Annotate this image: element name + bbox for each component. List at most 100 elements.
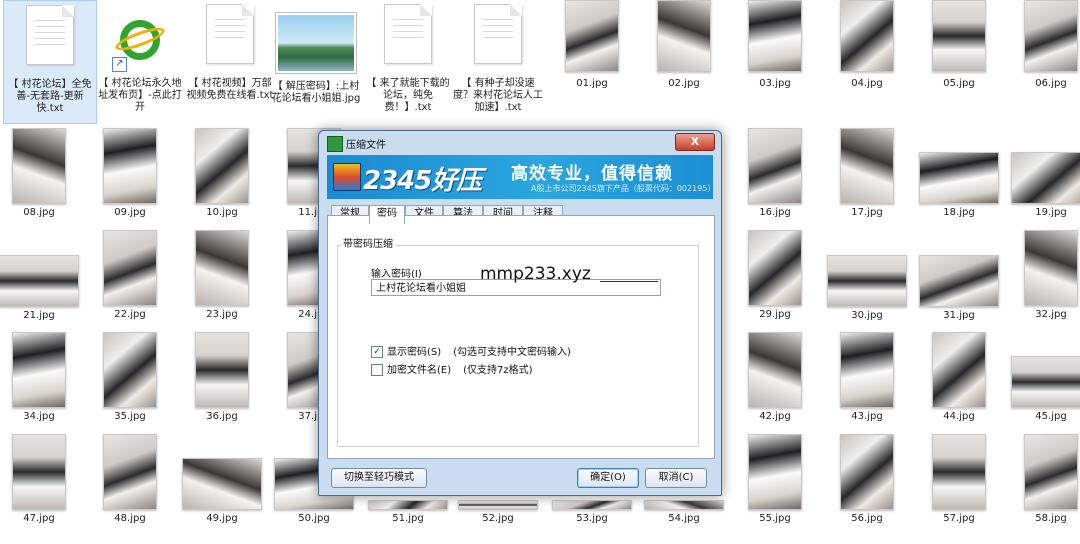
photo-label: 29.jpg	[759, 309, 791, 320]
photo-label: 35.jpg	[114, 411, 146, 422]
photo-item[interactable]: 10.jpg	[176, 128, 268, 219]
encrypt-names-label: 加密文件名(E)	[387, 365, 452, 376]
photo-item[interactable]: 03.jpg	[729, 0, 821, 90]
haozip-logo-icon	[333, 163, 361, 191]
photo-item[interactable]: 30.jpg	[821, 255, 913, 322]
photo-thumbnail	[840, 0, 894, 72]
photo-thumbnail	[195, 128, 249, 204]
photo-item[interactable]: 49.jpg	[176, 458, 268, 525]
file-item[interactable]: 【 来了就能下载的论坛，纯免费！】.txt	[362, 0, 454, 114]
photo-item[interactable]: 21.jpg	[0, 255, 85, 322]
photo-item[interactable]: 19.jpg	[1005, 152, 1080, 219]
photo-label: 44.jpg	[943, 411, 975, 422]
tab-password[interactable]: 密码	[369, 205, 405, 224]
photo-item[interactable]: 48.jpg	[84, 434, 176, 525]
photo-label: 22.jpg	[114, 309, 146, 320]
photo-item[interactable]: 04.jpg	[821, 0, 913, 90]
photo-item[interactable]: 42.jpg	[729, 332, 821, 423]
close-button[interactable]: X	[675, 133, 715, 151]
encrypt-names-row[interactable]: 加密文件名(E) (仅支持7z格式)	[371, 361, 533, 376]
photo-thumbnail	[103, 332, 157, 408]
encrypt-names-checkbox[interactable]	[371, 364, 383, 376]
photo-item[interactable]: 17.jpg	[821, 128, 913, 219]
photo-item[interactable]: 45.jpg	[1005, 356, 1080, 423]
photo-thumbnail	[565, 0, 619, 72]
photo-item[interactable]: 43.jpg	[821, 332, 913, 423]
photo-item[interactable]: 29.jpg	[729, 230, 821, 321]
photo-label: 32.jpg	[1035, 309, 1067, 320]
photo-item[interactable]: 55.jpg	[729, 434, 821, 525]
brand-subline: A股上市公司2345旗下产品（股票代码：002195）	[531, 184, 713, 193]
photo-thumbnail	[1024, 0, 1078, 72]
photo-label: 42.jpg	[759, 411, 791, 422]
photo-thumbnail	[840, 128, 894, 204]
image-icon	[275, 12, 357, 74]
photo-item[interactable]: 23.jpg	[176, 230, 268, 321]
photo-item[interactable]: 02.jpg	[638, 0, 730, 90]
photo-thumbnail	[1024, 434, 1078, 510]
photo-thumbnail	[103, 434, 157, 510]
photo-item[interactable]: 06.jpg	[1005, 0, 1080, 90]
photo-item[interactable]: 34.jpg	[0, 332, 85, 423]
ok-button[interactable]: 确定(O)	[577, 468, 639, 488]
photo-item[interactable]: 08.jpg	[0, 128, 85, 219]
photo-label: 43.jpg	[851, 411, 883, 422]
photo-item[interactable]: 01.jpg	[546, 0, 638, 90]
photo-item[interactable]: 54.jpg	[638, 500, 730, 525]
photo-label: 45.jpg	[1035, 411, 1067, 422]
photo-label: 56.jpg	[851, 513, 883, 524]
photo-thumbnail	[195, 230, 249, 306]
photo-label: 55.jpg	[759, 513, 791, 524]
photo-item[interactable]: 32.jpg	[1005, 230, 1080, 321]
photo-label: 23.jpg	[206, 309, 238, 320]
file-item[interactable]: 【 解压密码】:上村花论坛看小姐姐.jpg	[270, 0, 362, 105]
photo-item[interactable]: 09.jpg	[84, 128, 176, 219]
photo-thumbnail	[748, 332, 802, 408]
photo-item[interactable]: 31.jpg	[913, 255, 1005, 322]
show-password-row[interactable]: ✓ 显示密码(S) (勾选可支持中文密码输入)	[371, 343, 571, 358]
photo-thumbnail	[195, 332, 249, 408]
file-item[interactable]: ↗ 【 村花论坛永久地址发布页】-点此打开	[94, 0, 186, 114]
archive-icon	[327, 136, 343, 152]
photo-thumbnail	[1011, 152, 1080, 204]
photo-thumbnail	[368, 500, 448, 510]
watermark-underline	[600, 281, 658, 282]
photo-item[interactable]: 36.jpg	[176, 332, 268, 423]
photo-item[interactable]: 18.jpg	[913, 152, 1005, 219]
show-password-checkbox[interactable]: ✓	[371, 346, 383, 358]
photo-item[interactable]: 56.jpg	[821, 434, 913, 525]
photo-item[interactable]: 16.jpg	[729, 128, 821, 219]
photo-item[interactable]: 35.jpg	[84, 332, 176, 423]
photo-item[interactable]: 47.jpg	[0, 434, 85, 525]
file-item[interactable]: 【 村花论坛】全免善-无套路-更新快.txt	[3, 0, 97, 124]
photo-label: 02.jpg	[668, 78, 700, 89]
photo-label: 10.jpg	[206, 207, 238, 218]
switch-mode-button[interactable]: 切换至轻巧模式	[331, 468, 427, 488]
photo-item[interactable]: 51.jpg	[362, 500, 454, 525]
photo-item[interactable]: 52.jpg	[452, 500, 544, 525]
photo-item[interactable]: 22.jpg	[84, 230, 176, 321]
photo-label: 54.jpg	[668, 513, 700, 524]
file-item[interactable]: 【 有种子却没速度？来村花论坛人工加速】.txt	[452, 0, 544, 114]
photo-thumbnail	[748, 230, 802, 306]
photo-thumbnail	[458, 500, 538, 510]
photo-label: 30.jpg	[851, 310, 883, 321]
photo-thumbnail	[827, 255, 907, 307]
photo-label: 52.jpg	[482, 513, 514, 524]
photo-item[interactable]: 58.jpg	[1005, 434, 1080, 525]
photo-label: 18.jpg	[943, 207, 975, 218]
photo-thumbnail	[552, 500, 632, 510]
cancel-button[interactable]: 取消(C)	[645, 468, 707, 488]
show-password-label: 显示密码(S)	[387, 347, 442, 358]
photo-label: 04.jpg	[851, 78, 883, 89]
dialog-titlebar[interactable]: 压缩文件 X	[319, 131, 721, 155]
file-item[interactable]: 【 村花视频】万部视频免费在线看.txt	[184, 0, 276, 102]
photo-item[interactable]: 05.jpg	[913, 0, 1005, 90]
photo-label: 31.jpg	[943, 310, 975, 321]
photo-item[interactable]: 53.jpg	[546, 500, 638, 525]
encrypt-names-hint: (仅支持7z格式)	[463, 365, 533, 376]
photo-thumbnail	[748, 0, 802, 72]
photo-item[interactable]: 57.jpg	[913, 434, 1005, 525]
photo-label: 06.jpg	[1035, 78, 1067, 89]
photo-item[interactable]: 44.jpg	[913, 332, 1005, 423]
